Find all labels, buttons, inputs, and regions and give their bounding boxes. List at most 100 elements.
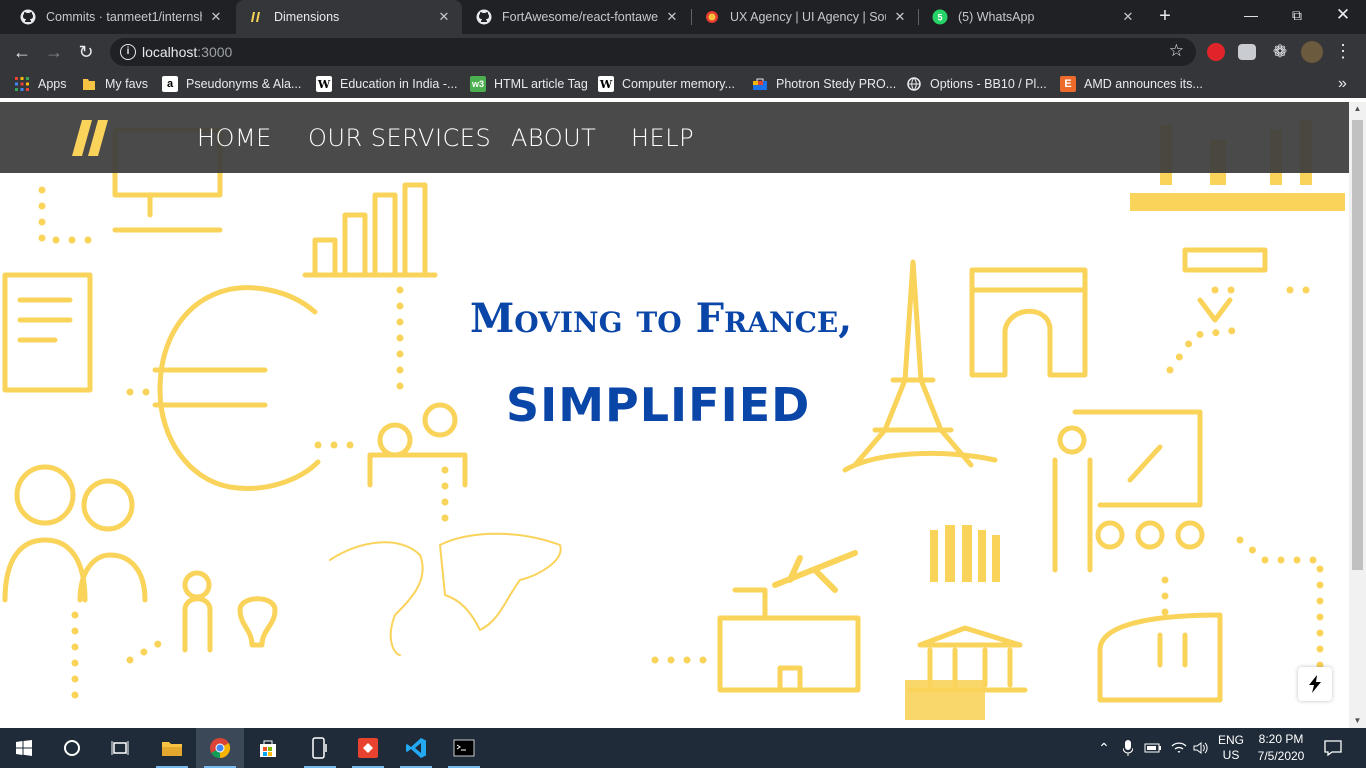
bookmark-star-icon[interactable]: ☆ [1169, 41, 1184, 61]
wifi-icon[interactable] [1168, 728, 1190, 768]
bookmark-education-india[interactable]: W Education in India -... [316, 75, 457, 93]
minimize-button[interactable]: — [1228, 0, 1274, 32]
terminal-icon[interactable] [440, 728, 488, 768]
svg-text:5: 5 [937, 13, 942, 23]
idea-person-icon [182, 596, 213, 653]
close-icon[interactable]: ✕ [892, 9, 908, 25]
tab-title: (5) WhatsApp [958, 10, 1035, 24]
start-icon[interactable] [0, 728, 48, 768]
file-explorer-icon[interactable] [148, 728, 196, 768]
scroll-up-arrow-icon[interactable]: ▲ [1349, 102, 1366, 116]
browser-menu-icon[interactable]: ⋮ [1334, 41, 1352, 61]
extensions-puzzle-icon[interactable]: ❁ [1270, 42, 1290, 62]
show-hidden-icons-button[interactable]: ⌃ [1094, 728, 1114, 768]
nav-about[interactable]: ABOUT [511, 124, 596, 152]
clock-date: 7/5/2020 [1257, 749, 1305, 763]
github-icon [476, 9, 492, 25]
concert-stage-icon [1130, 193, 1345, 211]
cafe-icon [1182, 247, 1268, 323]
notifications-icon[interactable] [1320, 728, 1346, 768]
bookmark-label: AMD announces its... [1084, 77, 1203, 91]
vscode-icon[interactable] [392, 728, 440, 768]
family-icon [2, 537, 148, 603]
bookmark-html-article[interactable]: w3 HTML article Tag [470, 75, 588, 93]
bookmark-computer-memory[interactable]: W Computer memory... [598, 75, 735, 93]
profile-avatar[interactable] [1301, 41, 1323, 63]
station-building-icon [717, 587, 861, 693]
presentation-icon [1072, 409, 1203, 508]
clock-time: 8:20 PM [1258, 732, 1304, 746]
forward-button[interactable]: → [40, 38, 68, 66]
arc-de-triomphe-icon [969, 267, 1088, 378]
e-letter-icon: E [1060, 76, 1076, 92]
bookmark-amd[interactable]: E AMD announces its... [1060, 75, 1203, 93]
search-icon[interactable] [48, 728, 96, 768]
scrollbar-thumb[interactable] [1352, 120, 1363, 570]
reload-button[interactable]: ↻ [72, 38, 100, 66]
tab-ux-agency[interactable]: UX Agency | UI Agency | South ✕ [692, 0, 918, 34]
bookmark-options-bb10[interactable]: Options - BB10 / Pl... [906, 75, 1047, 93]
apps-grid-icon [14, 76, 30, 92]
bookmark-label: Options - BB10 / Pl... [930, 77, 1047, 91]
new-tab-button[interactable]: + [1153, 4, 1177, 28]
tab-title: UX Agency | UI Agency | South [730, 10, 886, 24]
nav-our-services[interactable]: OUR SERVICES [308, 124, 491, 152]
windows-taskbar: ⌃ ENG US 8:20 PM 7/5/2020 [0, 728, 1366, 768]
browser-tab-bar: Commits · tanmeet1/internship ✕ Dimensio… [0, 0, 1366, 34]
scroll-down-arrow-icon[interactable]: ▼ [1349, 714, 1366, 728]
nav-help[interactable]: HELP [631, 124, 694, 152]
bookmark-apps[interactable]: Apps [14, 75, 67, 93]
tab-commits[interactable]: Commits · tanmeet1/internship ✕ [8, 0, 234, 34]
chrome-icon[interactable] [196, 728, 244, 768]
bookmark-my-favs[interactable]: My favs [81, 75, 148, 93]
page-scrollbar[interactable]: ▲ ▼ [1349, 102, 1366, 728]
browser-toolbar: ← → ↻ i localhost:3000 ☆ [0, 34, 1366, 70]
dev-tools-lightning-button[interactable] [1298, 667, 1332, 701]
nav-home[interactable]: HOME [197, 124, 272, 152]
git-icon[interactable] [344, 728, 392, 768]
tab-dimensions[interactable]: Dimensions ✕ [236, 0, 462, 34]
microphone-icon[interactable] [1118, 728, 1138, 768]
language-code: ENG [1217, 733, 1244, 747]
back-button[interactable]: ← [8, 38, 36, 66]
close-icon[interactable]: ✕ [664, 9, 680, 25]
url-port: :3000 [197, 44, 233, 60]
url-text: localhost:3000 [142, 44, 232, 60]
battery-icon[interactable] [1142, 728, 1164, 768]
volume-icon[interactable] [1190, 728, 1212, 768]
bookmarks-bar: Apps My favs a Pseudonyms & Ala... W Edu… [0, 70, 1366, 98]
github-icon [20, 9, 36, 25]
a-letter-icon: a [162, 76, 178, 92]
tab-title: FortAwesome/react-fontawesome [502, 10, 658, 24]
adblock-extension-icon[interactable] [1207, 43, 1225, 61]
agency-icon [704, 9, 720, 25]
close-icon[interactable]: ✕ [1120, 9, 1136, 25]
bookmark-photron[interactable]: Photron Stedy PRO... [752, 75, 896, 93]
tab-whatsapp[interactable]: 5 (5) WhatsApp ✕ [920, 0, 1146, 34]
train-icon [1097, 612, 1223, 703]
restore-button[interactable]: ⧉ [1274, 0, 1320, 32]
info-icon[interactable]: i [120, 44, 136, 60]
tab-react-fontawesome[interactable]: FortAwesome/react-fontawesome ✕ [464, 0, 690, 34]
close-icon[interactable]: ✕ [436, 9, 452, 25]
phone-icon[interactable] [296, 728, 344, 768]
clock[interactable]: 8:20 PM 7/5/2020 [1252, 728, 1310, 768]
close-icon[interactable]: ✕ [208, 9, 224, 25]
task-view-icon[interactable] [96, 728, 144, 768]
chart-stars-icon [302, 182, 438, 278]
folder-icon [81, 76, 97, 92]
address-bar[interactable]: i localhost:3000 ☆ [110, 38, 1196, 66]
hero-subheadline: SIMPLIFIED [506, 378, 811, 432]
site-navbar: HOME OUR SERVICES ABOUT HELP [0, 102, 1349, 173]
wikipedia-icon: W [598, 76, 614, 92]
bookmark-pseudonyms[interactable]: a Pseudonyms & Ala... [162, 75, 301, 93]
language-indicator[interactable]: ENG US [1214, 728, 1248, 768]
store-icon[interactable] [244, 728, 292, 768]
site-logo-icon[interactable] [70, 118, 110, 158]
bookmark-label: Apps [38, 77, 67, 91]
screenshot-extension-icon[interactable] [1238, 44, 1256, 60]
tab-separator [918, 9, 919, 25]
airplane-icon [772, 550, 858, 593]
bookmarks-overflow-button[interactable]: » [1338, 75, 1347, 93]
window-close-button[interactable]: ✕ [1320, 0, 1366, 32]
